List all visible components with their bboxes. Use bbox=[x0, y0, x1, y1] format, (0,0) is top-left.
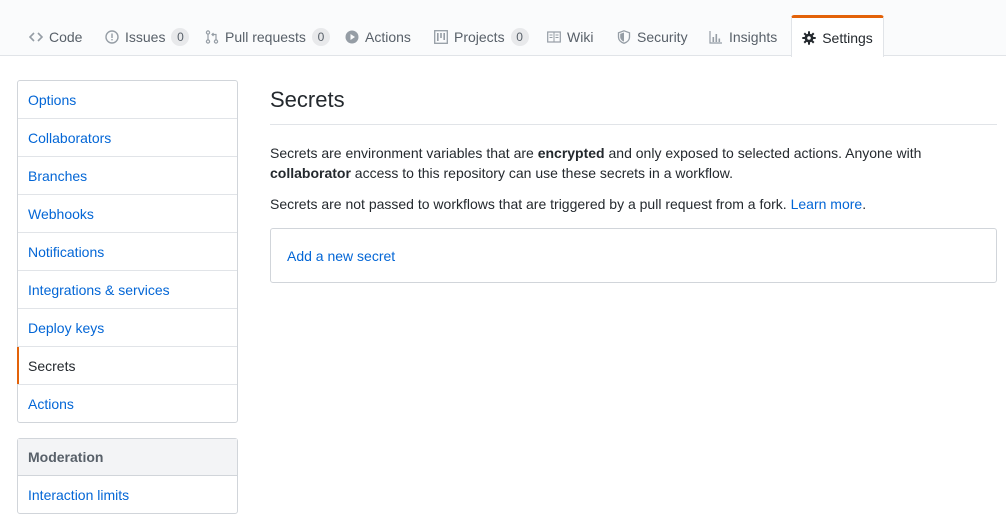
project-icon bbox=[434, 30, 448, 44]
pull-requests-counter: 0 bbox=[311, 28, 330, 46]
tab-insights[interactable]: Insights bbox=[709, 16, 777, 56]
settings-menu: Options Collaborators Branches Webhooks … bbox=[17, 80, 238, 423]
sidebar-item-collaborators[interactable]: Collaborators bbox=[18, 119, 237, 157]
tab-label: Settings bbox=[822, 29, 873, 46]
repo-nav: Code Issues 0 Pull requests 0 Actions Pr… bbox=[0, 0, 1006, 57]
learn-more-link[interactable]: Learn more bbox=[791, 196, 863, 212]
page-title: Secrets bbox=[270, 87, 345, 112]
fork-note-text: Secrets are not passed to workflows that… bbox=[270, 196, 791, 212]
description-bold-collaborator: collaborator bbox=[270, 165, 351, 181]
tab-security[interactable]: Security bbox=[617, 16, 688, 56]
subhead: Secrets bbox=[270, 80, 997, 125]
fork-note-end: . bbox=[862, 196, 867, 212]
sidebar-item-branches[interactable]: Branches bbox=[18, 157, 237, 195]
tab-label: Projects bbox=[454, 29, 505, 45]
tab-label: Actions bbox=[365, 29, 411, 45]
description-text: access to this repository can use these … bbox=[350, 165, 733, 181]
tab-label: Wiki bbox=[567, 29, 594, 45]
tab-projects[interactable]: Projects 0 bbox=[434, 16, 529, 56]
fork-note: Secrets are not passed to workflows that… bbox=[270, 194, 997, 214]
tab-label: Insights bbox=[729, 29, 778, 45]
gear-icon bbox=[802, 30, 816, 45]
issues-counter: 0 bbox=[171, 28, 190, 46]
sidebar-item-options[interactable]: Options bbox=[18, 81, 237, 119]
add-secret-box: Add a new secret bbox=[270, 228, 997, 283]
play-icon bbox=[345, 30, 359, 44]
tab-code[interactable]: Code bbox=[29, 16, 82, 56]
shield-icon bbox=[617, 30, 631, 44]
sidebar-item-integrations[interactable]: Integrations & services bbox=[18, 271, 237, 309]
description-text: and only exposed to selected actions. An… bbox=[604, 145, 922, 161]
issue-icon bbox=[105, 30, 119, 44]
moderation-heading: Moderation bbox=[18, 439, 237, 476]
sidebar-item-interaction-limits[interactable]: Interaction limits bbox=[18, 476, 237, 513]
sidebar-item-deploy-keys[interactable]: Deploy keys bbox=[18, 309, 237, 347]
tab-wiki[interactable]: Wiki bbox=[547, 16, 593, 56]
add-secret-link[interactable]: Add a new secret bbox=[287, 248, 395, 264]
description-text: Secrets are environment variables that a… bbox=[270, 145, 538, 161]
tab-actions[interactable]: Actions bbox=[345, 16, 411, 56]
tab-label: Code bbox=[49, 29, 83, 45]
secrets-description: Secrets are environment variables that a… bbox=[270, 143, 997, 183]
code-icon bbox=[29, 30, 43, 44]
sidebar-item-actions[interactable]: Actions bbox=[18, 385, 237, 423]
sidebar-item-webhooks[interactable]: Webhooks bbox=[18, 195, 237, 233]
projects-counter: 0 bbox=[510, 28, 529, 46]
tab-issues[interactable]: Issues 0 bbox=[105, 16, 190, 56]
moderation-menu: Moderation Interaction limits bbox=[17, 438, 238, 514]
secrets-panel: Secrets Secrets are environment variable… bbox=[270, 80, 997, 283]
tab-pull-requests[interactable]: Pull requests 0 bbox=[205, 16, 330, 56]
graph-icon bbox=[709, 30, 723, 44]
tab-label: Security bbox=[637, 29, 688, 45]
book-icon bbox=[547, 30, 561, 44]
description-bold-encrypted: encrypted bbox=[537, 145, 605, 161]
tab-label: Issues bbox=[125, 29, 166, 45]
pull-request-icon bbox=[205, 30, 219, 44]
tab-label: Pull requests bbox=[225, 29, 306, 45]
tab-settings[interactable]: Settings bbox=[791, 15, 884, 57]
sidebar-item-notifications[interactable]: Notifications bbox=[18, 233, 237, 271]
sidebar-item-secrets[interactable]: Secrets bbox=[17, 347, 237, 385]
